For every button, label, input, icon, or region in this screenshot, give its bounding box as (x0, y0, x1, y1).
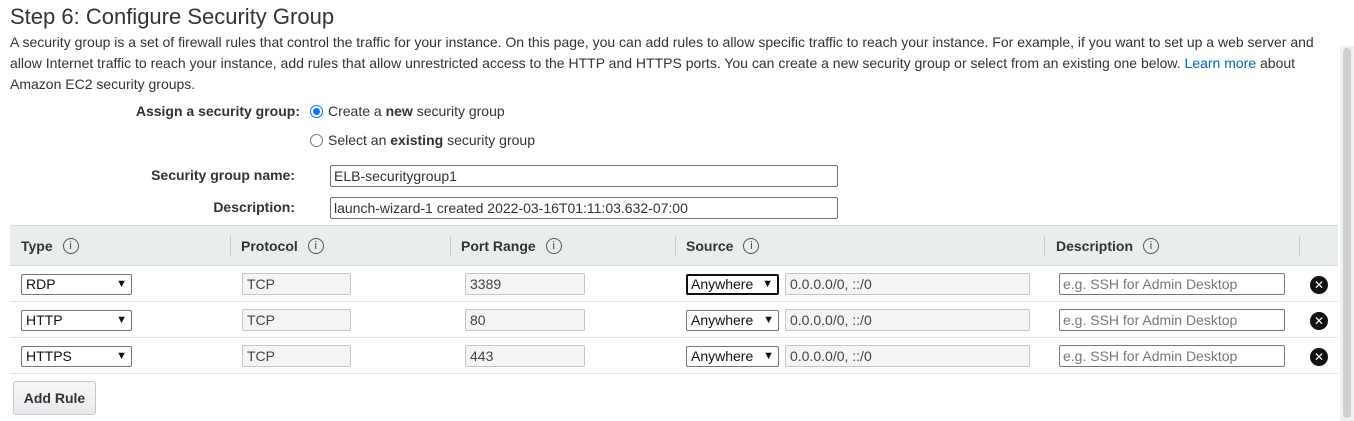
info-icon[interactable]: i (1143, 238, 1160, 254)
rule-port-range-field: 443 (465, 345, 585, 367)
rule-source-cidr-field[interactable]: 0.0.0.0/0, ::/0 (785, 273, 1030, 295)
column-divider (450, 236, 451, 256)
rule-port-range-field: 3389 (465, 273, 585, 295)
rule-source-select[interactable]: Anywhere ▼ (686, 274, 779, 295)
chevron-down-icon: ▼ (762, 278, 773, 290)
rule-description-input[interactable] (1059, 345, 1285, 367)
add-rule-button[interactable]: Add Rule (13, 381, 96, 415)
chevron-down-icon: ▼ (116, 350, 127, 362)
rule-source-select[interactable]: Anywhere ▼ (686, 310, 779, 331)
rule-protocol-field: TCP (242, 345, 351, 367)
col-source-header: Source i (686, 226, 760, 266)
column-divider (675, 236, 676, 256)
column-divider (1044, 236, 1045, 256)
group-description-label: Description: (213, 199, 295, 215)
info-icon[interactable]: i (307, 238, 324, 254)
rule-type-select[interactable]: RDP ▼ (21, 274, 132, 295)
remove-circle-icon[interactable]: ✕ (1310, 276, 1328, 294)
group-description-input[interactable] (330, 197, 838, 219)
rule-protocol-field: TCP (242, 309, 351, 331)
rule-description-input[interactable] (1059, 309, 1285, 331)
radio-select-existing-label[interactable]: Select an existing security group (328, 132, 535, 148)
chevron-down-icon: ▼ (116, 314, 127, 326)
column-divider (230, 236, 231, 256)
page-scrollbar[interactable] (1340, 46, 1354, 421)
rule-source-cidr-field[interactable]: 0.0.0.0/0, ::/0 (785, 345, 1030, 367)
intro-text: A security group is a set of firewall ru… (10, 34, 1314, 71)
chevron-down-icon: ▼ (763, 350, 774, 362)
rule-description-input[interactable] (1059, 273, 1285, 295)
col-type-header: Type i (21, 226, 79, 266)
table-row: HTTP▼ TCP 80 Anywhere▼ 0.0.0.0/0, ::/0 ✕ (10, 302, 1338, 338)
radio-select-existing[interactable]: Select an existing security group (310, 132, 535, 148)
radio-create-new-label[interactable]: Create a new security group (328, 103, 505, 119)
chevron-down-icon: ▼ (116, 278, 127, 290)
rule-source-select[interactable]: Anywhere ▼ (686, 346, 779, 367)
rule-port-range-field: 80 (465, 309, 585, 331)
rule-protocol-field: TCP (242, 273, 351, 295)
radio-select-existing-button[interactable] (310, 133, 323, 147)
rule-type-select[interactable]: HTTPS ▼ (21, 346, 132, 367)
intro-paragraph: A security group is a set of firewall ru… (10, 32, 1326, 95)
col-description-header: Description i (1056, 226, 1160, 266)
page-title: Step 6: Configure Security Group (10, 4, 335, 29)
rules-table-header: Type i Protocol i Port Range i Source i Desc… (10, 225, 1338, 266)
col-protocol-header: Protocol i (241, 226, 324, 266)
group-name-label: Security group name: (151, 167, 295, 183)
group-name-input[interactable] (330, 165, 838, 187)
rule-source-cidr-field[interactable]: 0.0.0.0/0, ::/0 (785, 309, 1030, 331)
column-divider (1299, 236, 1300, 256)
col-port-range-header: Port Range i (461, 226, 562, 266)
learn-more-link[interactable]: Learn more (1185, 55, 1257, 71)
info-icon[interactable]: i (62, 238, 79, 254)
table-row: RDP ▼ TCP 3389 Anywhere ▼ 0.0.0.0/0, ::/0 … (10, 266, 1338, 302)
assign-group-label: Assign a security group: (135, 103, 300, 119)
rule-type-select[interactable]: HTTP ▼ (21, 310, 132, 331)
radio-create-new[interactable]: Create a new security group (310, 103, 505, 119)
table-row: HTTPS ▼ TCP 443 Anywhere ▼ 0.0.0.0/0, ::/0… (10, 338, 1338, 374)
rules-table: Type i Protocol i Port Range i Source i Desc… (10, 225, 1338, 374)
chevron-down-icon: ▼ (763, 314, 774, 326)
remove-circle-icon[interactable]: ✕ (1310, 348, 1328, 366)
info-icon[interactable]: i (545, 238, 562, 254)
info-icon[interactable]: i (743, 238, 760, 254)
radio-create-new-button[interactable] (310, 104, 323, 118)
scrollbar-thumb[interactable] (1343, 48, 1351, 418)
remove-circle-icon[interactable]: ✕ (1310, 312, 1328, 330)
